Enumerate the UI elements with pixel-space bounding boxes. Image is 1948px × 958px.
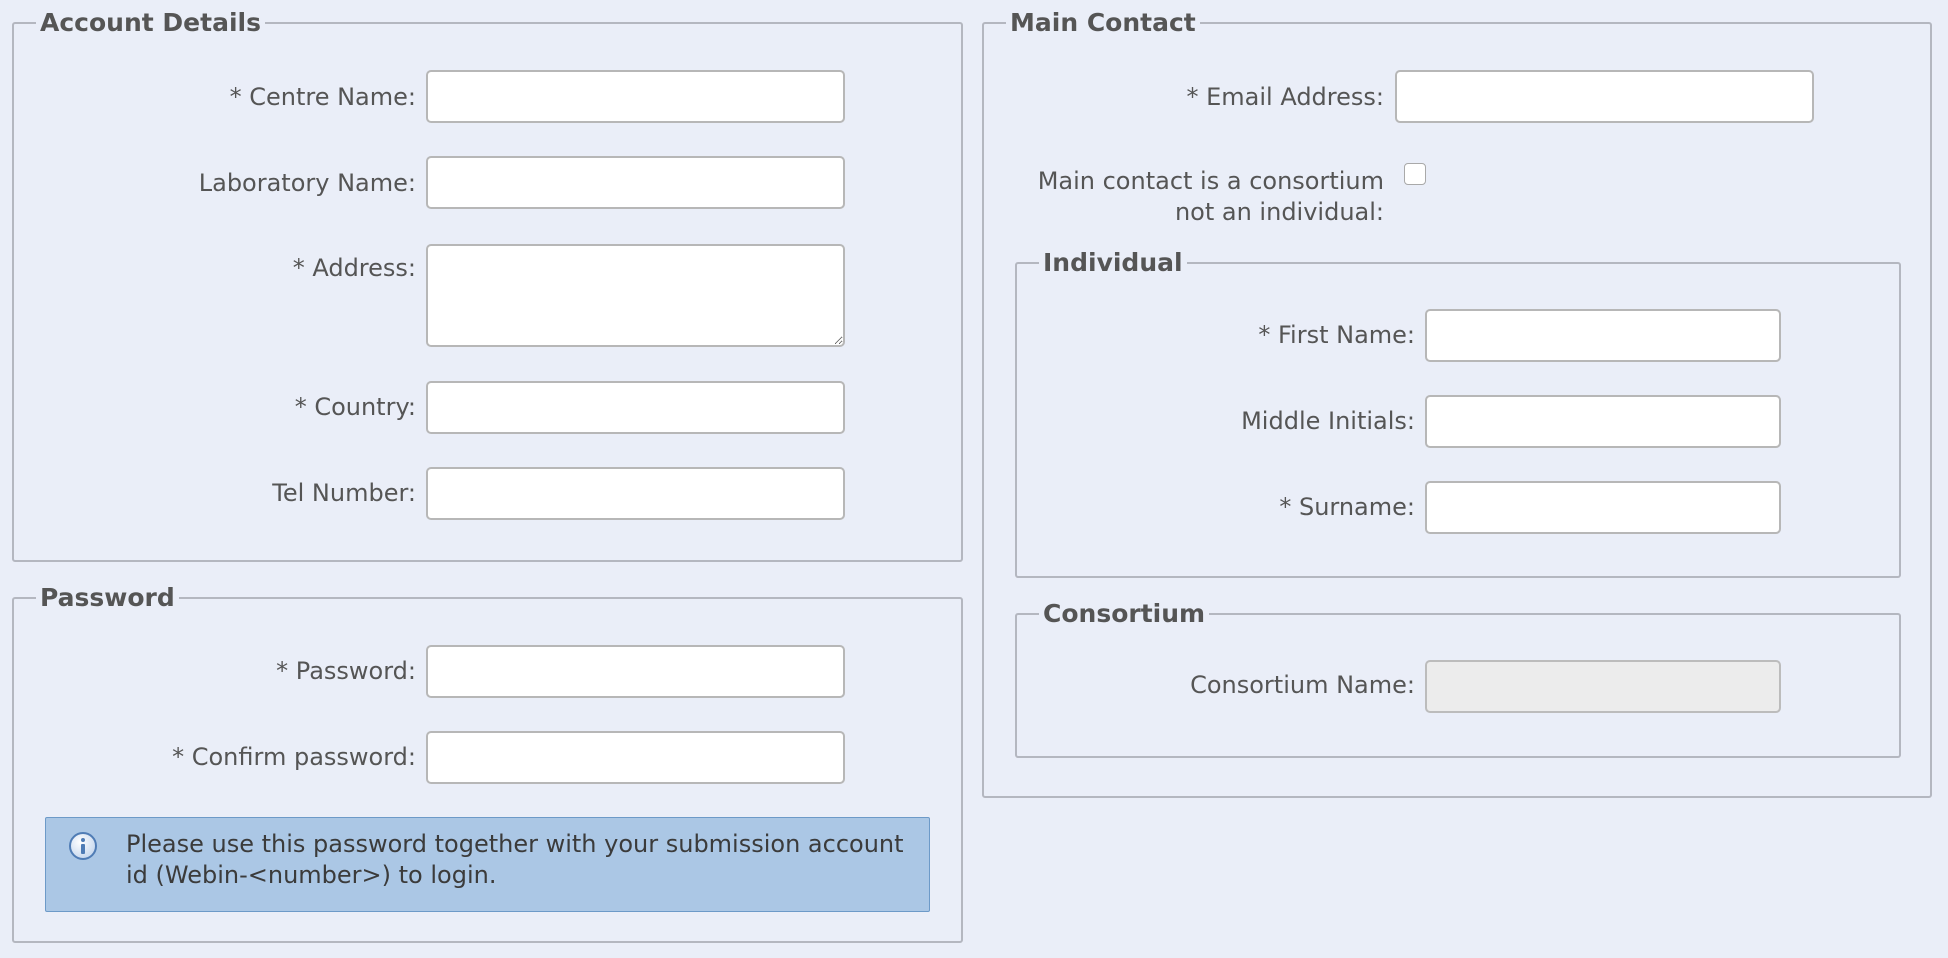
account-details-fieldset: Account Details * Centre Name: Laborator…: [12, 8, 963, 562]
confirm-password-input[interactable]: [426, 731, 845, 784]
password-legend: Password: [36, 583, 179, 613]
individual-fieldset: Individual * First Name: Middle Initials…: [1015, 248, 1901, 578]
account-details-legend: Account Details: [36, 8, 265, 38]
email-address-input[interactable]: [1395, 70, 1814, 123]
email-address-label: * Email Address:: [1186, 83, 1384, 111]
consortium-checkbox[interactable]: [1404, 163, 1426, 185]
main-contact-legend: Main Contact: [1006, 8, 1200, 38]
individual-legend: Individual: [1039, 248, 1187, 278]
password-input[interactable]: [426, 645, 845, 698]
tel-number-label: Tel Number:: [272, 479, 416, 507]
first-name-input[interactable]: [1425, 309, 1781, 362]
info-icon: [69, 832, 97, 860]
surname-label: * Surname:: [1279, 493, 1415, 521]
middle-initials-label: Middle Initials:: [1241, 407, 1415, 435]
tel-number-input[interactable]: [426, 467, 845, 520]
address-textarea[interactable]: [426, 244, 845, 347]
confirm-password-label: * Confirm password:: [172, 743, 416, 771]
consortium-name-label: Consortium Name:: [1190, 671, 1415, 699]
password-info-box: Please use this password together with y…: [45, 817, 930, 912]
laboratory-name-label: Laboratory Name:: [198, 169, 416, 197]
laboratory-name-input[interactable]: [426, 156, 845, 209]
consortium-name-input[interactable]: [1425, 660, 1781, 713]
first-name-label: * First Name:: [1258, 321, 1415, 349]
consortium-legend: Consortium: [1039, 599, 1210, 629]
consortium-checkbox-label: Main contact is a consortium not an indi…: [1037, 167, 1384, 226]
password-fieldset: Password * Password: * Confirm password:…: [12, 583, 963, 943]
centre-name-label: * Centre Name:: [229, 83, 416, 111]
country-label: * Country:: [294, 393, 416, 421]
main-contact-fieldset: Main Contact * Email Address: Main conta…: [982, 8, 1932, 798]
address-label: * Address:: [292, 254, 416, 282]
country-input[interactable]: [426, 381, 845, 434]
consortium-fieldset: Consortium Consortium Name:: [1015, 599, 1901, 758]
middle-initials-input[interactable]: [1425, 395, 1781, 448]
surname-input[interactable]: [1425, 481, 1781, 534]
password-info-text: Please use this password together with y…: [126, 830, 904, 889]
centre-name-input[interactable]: [426, 70, 845, 123]
password-label: * Password:: [276, 657, 416, 685]
